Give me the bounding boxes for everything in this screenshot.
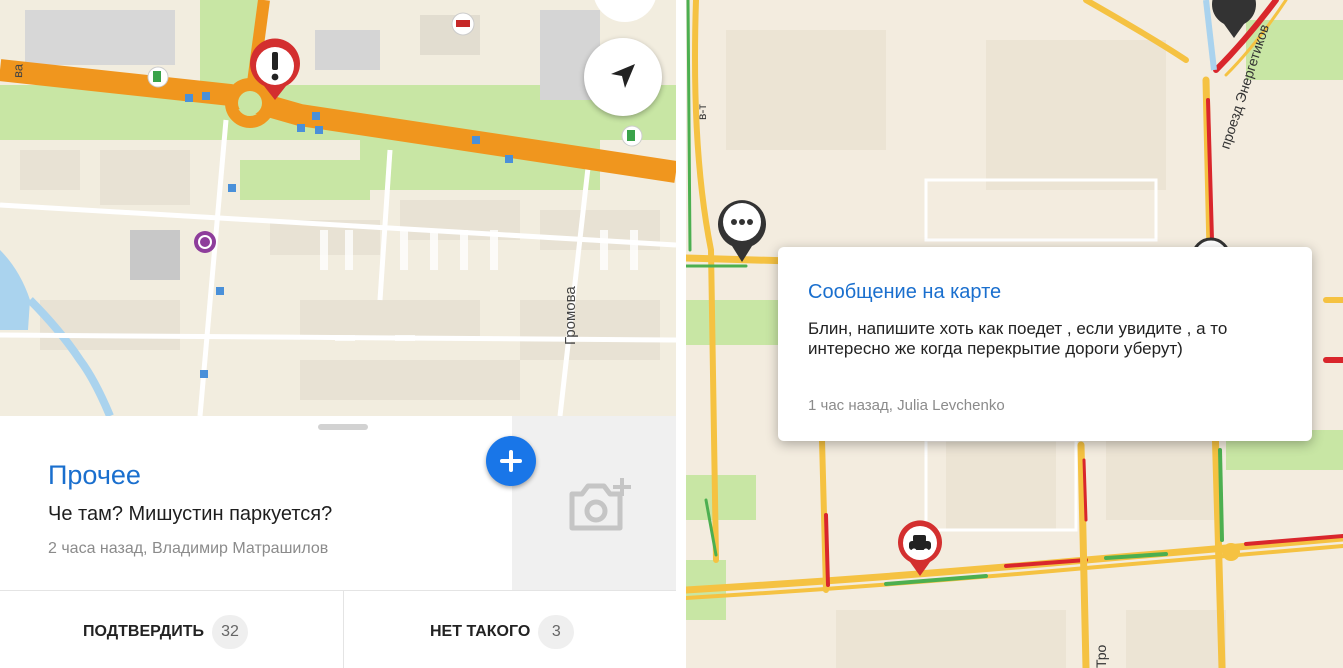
poi-icon[interactable] <box>194 231 216 253</box>
fuel-icon[interactable] <box>621 125 643 147</box>
confirm-button[interactable]: ПОДТВЕРДИТЬ 32 <box>83 615 248 649</box>
locate-arrow-icon <box>611 64 635 88</box>
event-meta: 2 часа назад, Владимир Матрашилов <box>48 540 329 557</box>
event-message: Че там? Мишустин паркуется? <box>48 503 333 525</box>
divider <box>343 591 344 668</box>
deny-count: 3 <box>538 615 575 649</box>
event-category: Прочее <box>48 460 141 490</box>
add-photo-icon <box>569 478 631 531</box>
drag-handle[interactable] <box>318 424 368 430</box>
photo-area[interactable] <box>512 416 676 590</box>
map-message-popup[interactable]: Сообщение на карте Блин, напишите хоть к… <box>778 247 1312 441</box>
action-bar: ПОДТВЕРДИТЬ 32 НЕТ ТАКОГО 3 <box>0 590 676 668</box>
popup-meta: 1 час назад, Julia Levchenko <box>808 397 1005 414</box>
popup-body: Блин, напишите хоть как поедет , если ув… <box>808 319 1228 358</box>
street-label: Громова <box>562 286 579 345</box>
popup-title: Сообщение на карте <box>808 281 1002 303</box>
street-label-left: в-т <box>695 104 709 120</box>
locate-button[interactable] <box>584 38 662 116</box>
deny-button[interactable]: НЕТ ТАКОГО 3 <box>430 615 575 649</box>
confirm-count: 32 <box>211 615 248 649</box>
confirm-label: ПОДТВЕРДИТЬ <box>83 623 204 640</box>
street-label-edge: ва <box>10 63 26 78</box>
street-label-bottom: Тро <box>1093 644 1109 668</box>
add-button[interactable] <box>486 436 536 486</box>
left-screen: Громова ва Прочее Че там? Мишустин парку… <box>0 0 676 668</box>
fuel-icon[interactable] <box>147 66 169 88</box>
right-screen: проезд Энергетиков Тро в-т Сообщение на … <box>686 0 1343 668</box>
event-sheet: Прочее Че там? Мишустин паркуется? 2 час… <box>0 416 676 668</box>
left-map[interactable]: Громова ва <box>0 0 676 416</box>
deny-label: НЕТ ТАКОГО <box>430 623 531 640</box>
